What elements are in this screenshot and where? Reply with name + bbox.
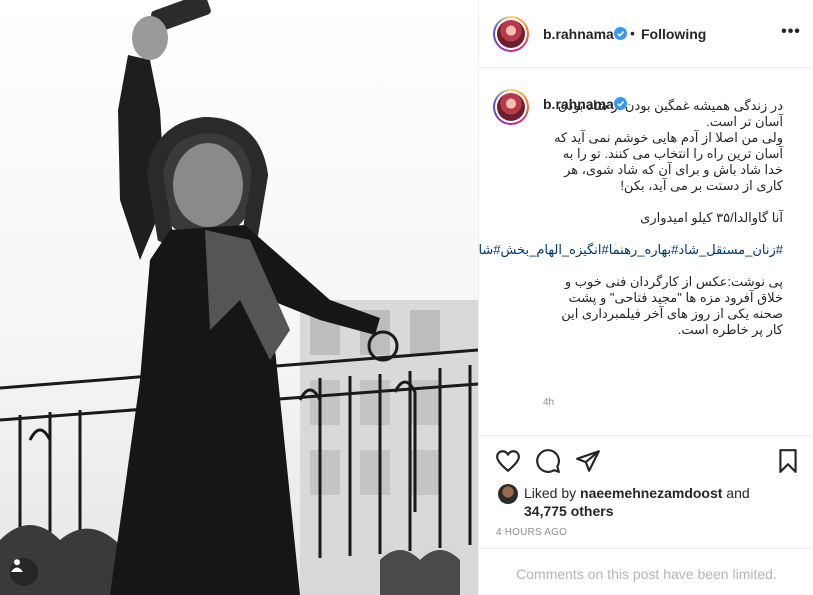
- post-header: b.rahnama • Following •••: [479, 0, 813, 68]
- likes-and: and: [722, 485, 750, 501]
- caption-line-2: ولی من اصلا از آدم هایی خوشم نمی آید که …: [550, 130, 783, 193]
- action-bar: [479, 436, 813, 486]
- following-button[interactable]: Following: [641, 26, 706, 42]
- verified-badge-icon: [614, 27, 627, 40]
- likes-section: Liked by naeemehnezamdoost and 34,775 oth…: [479, 480, 813, 526]
- post-photo[interactable]: [0, 0, 478, 595]
- comments-limited-notice: Comments on this post have been limited.: [479, 548, 813, 595]
- user-tag-icon[interactable]: [10, 558, 38, 586]
- header-separator: •: [630, 25, 635, 41]
- caption-section: در زندگی همیشه غمگین بودن از شاد بودن آس…: [479, 68, 813, 436]
- liker-username[interactable]: naeemehnezamdoost: [580, 485, 722, 501]
- likes-prefix: Liked by: [524, 485, 581, 501]
- paper-plane-icon[interactable]: [575, 448, 601, 474]
- post-photo-art: [0, 0, 478, 595]
- caption-hashtags[interactable]: #زنان_مستقل_شاد#بهاره_رهنما#انگیزه_الهام…: [479, 242, 783, 257]
- more-options-icon[interactable]: •••: [779, 22, 803, 46]
- liker-avatar[interactable]: [498, 484, 518, 504]
- caption-line-3: آنا گاوالدا/۳۵ کیلو امیدواری: [640, 210, 783, 225]
- bookmark-icon[interactable]: [775, 448, 801, 474]
- caption-line-5: پی نوشت:عکس از کارگردان فنی خوب و خلاق آ…: [557, 274, 783, 337]
- comment-bubble-icon[interactable]: [535, 448, 561, 474]
- caption-author-avatar[interactable]: [493, 89, 529, 125]
- post-timestamp[interactable]: 4 HOURS AGO: [496, 527, 567, 538]
- author-username[interactable]: b.rahnama: [543, 26, 614, 42]
- heart-icon[interactable]: [495, 448, 521, 474]
- caption-time-ago[interactable]: 4h: [543, 397, 554, 408]
- caption-text: در زندگی همیشه غمگین بودن از شاد بودن آس…: [479, 98, 783, 338]
- likes-summary: Liked by naeemehnezamdoost and 34,775 oth…: [524, 484, 784, 520]
- caption-author-username[interactable]: b.rahnama: [543, 96, 614, 112]
- post-details-panel: b.rahnama • Following ••• در زندگی همیشه…: [478, 0, 813, 595]
- likes-others[interactable]: 34,775 others: [524, 503, 614, 519]
- user-tag-glyph: [11, 559, 23, 572]
- verified-badge-icon: [614, 97, 627, 110]
- author-avatar[interactable]: [493, 16, 529, 52]
